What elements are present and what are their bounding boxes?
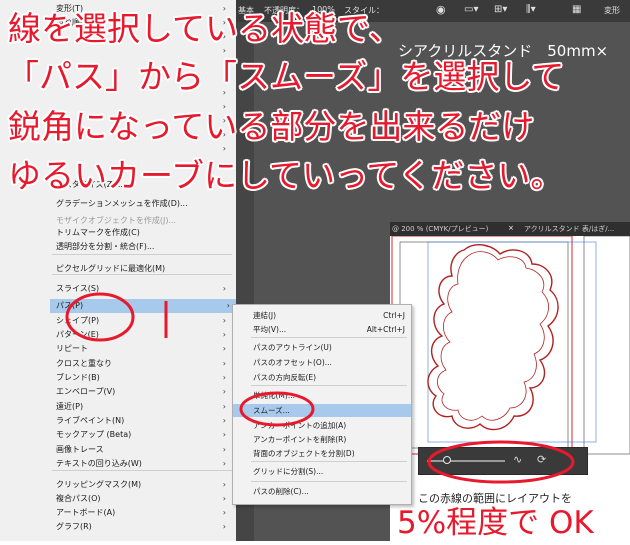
instruction-line-3: 鋭角になっている部分を出来るだけ (8, 107, 535, 146)
bottom-note: 5%程度で OK (397, 505, 594, 541)
instruction-line-2: 「パス」から「スムーズ」を選択して (6, 57, 565, 96)
instruction-line-4: ゆるいカーブにしていってください。 (8, 156, 564, 195)
highlight-ring-smooth-item (239, 391, 315, 427)
instruction-line-1: 線を選択している状態で、 (8, 9, 402, 48)
highlight-ring-path-item (65, 292, 135, 342)
highlight-ring-slider (427, 440, 575, 484)
